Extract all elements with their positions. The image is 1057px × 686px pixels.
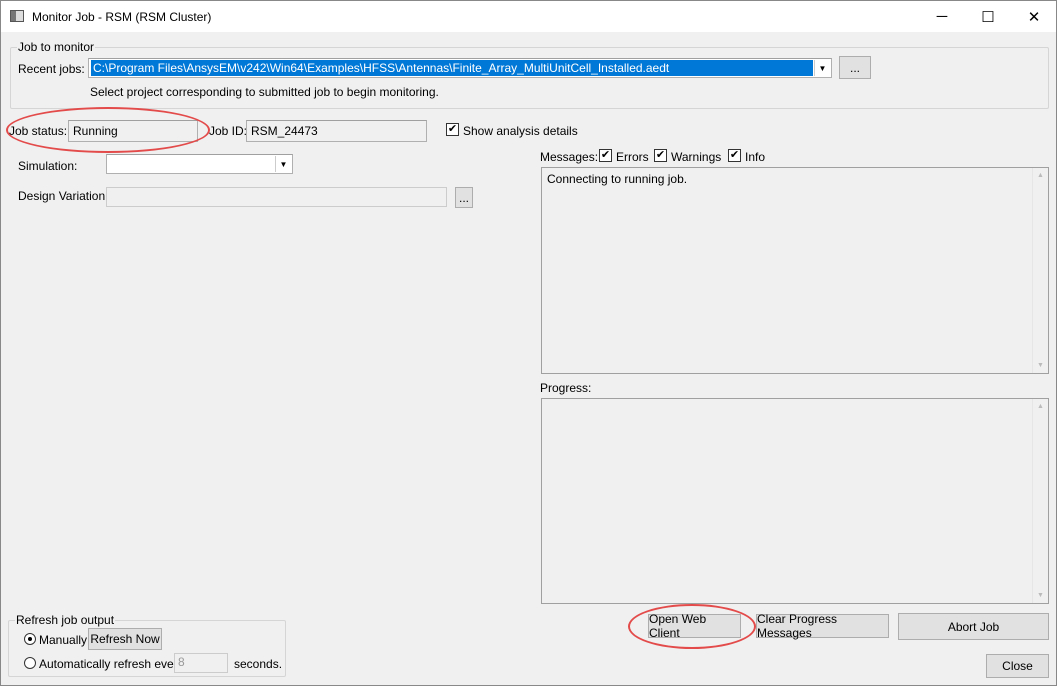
minimize-button[interactable]: ─ xyxy=(919,1,965,32)
interval-stepper[interactable]: 8 xyxy=(174,653,228,673)
recent-jobs-value: C:\Program Files\AnsysEM\v242\Win64\Exam… xyxy=(91,60,813,76)
progress-scrollbar[interactable]: ▲ ▼ xyxy=(1032,399,1048,603)
manually-radio[interactable] xyxy=(24,633,36,645)
show-details-label: Show analysis details xyxy=(463,124,578,138)
simulation-combo[interactable]: ▼ xyxy=(106,154,293,174)
chevron-down-icon[interactable]: ▼ xyxy=(275,156,291,172)
show-details-checkbox[interactable]: ✔ xyxy=(446,123,459,136)
design-variation-browse-button[interactable]: ... xyxy=(455,187,473,208)
title-bar: Monitor Job - RSM (RSM Cluster) ─ ☐ ✕ xyxy=(1,1,1056,32)
info-label: Info xyxy=(745,150,766,164)
warnings-label: Warnings xyxy=(671,150,722,164)
progress-area[interactable]: ▲ ▼ xyxy=(541,398,1049,604)
manually-label: Manually xyxy=(39,633,88,647)
group-legend: Job to monitor xyxy=(18,40,95,54)
job-id-field: RSM_24473 xyxy=(246,120,427,142)
simulation-label: Simulation: xyxy=(18,159,78,173)
hint-text: Select project corresponding to submitte… xyxy=(90,85,439,99)
message-line: Connecting to running job. xyxy=(547,172,688,186)
window-title: Monitor Job - RSM (RSM Cluster) xyxy=(32,9,212,24)
errors-label: Errors xyxy=(616,150,649,164)
annotation-ring xyxy=(6,107,210,153)
auto-refresh-radio[interactable] xyxy=(24,657,36,669)
design-variation-field xyxy=(106,187,447,207)
browse-recent-jobs-button[interactable]: ... xyxy=(839,56,871,79)
errors-checkbox[interactable]: ✔ xyxy=(599,149,612,162)
chevron-down-icon[interactable]: ▼ xyxy=(814,60,830,76)
warnings-checkbox[interactable]: ✔ xyxy=(654,149,667,162)
clear-progress-button[interactable]: Clear Progress Messages xyxy=(756,612,889,640)
recent-jobs-label: Recent jobs: xyxy=(18,62,85,76)
refresh-now-button[interactable]: Refresh Now xyxy=(88,628,162,650)
abort-job-button[interactable]: Abort Job xyxy=(898,613,1049,640)
app-icon xyxy=(10,10,24,22)
recent-jobs-combo[interactable]: C:\Program Files\AnsysEM\v242\Win64\Exam… xyxy=(88,58,832,78)
close-button[interactable]: Close xyxy=(986,654,1049,678)
seconds-label: seconds. xyxy=(234,657,283,671)
info-checkbox[interactable]: ✔ xyxy=(728,149,741,162)
messages-area[interactable]: Connecting to running job. ▲ ▼ xyxy=(541,167,1049,374)
messages-scrollbar[interactable]: ▲ ▼ xyxy=(1032,168,1048,373)
auto-refresh-label: Automatically refresh every xyxy=(39,657,184,671)
messages-label: Messages: xyxy=(540,150,599,164)
open-web-client-button[interactable]: Open Web Client xyxy=(648,612,741,640)
progress-label: Progress: xyxy=(540,381,592,395)
design-variation-label: Design Variation: xyxy=(18,189,109,203)
job-id-label: Job ID: xyxy=(209,124,248,138)
interval-value: 8 xyxy=(178,655,185,669)
maximize-button[interactable]: ☐ xyxy=(965,1,1011,32)
group-legend: Refresh job output xyxy=(16,613,115,627)
close-window-button[interactable]: ✕ xyxy=(1011,1,1057,32)
